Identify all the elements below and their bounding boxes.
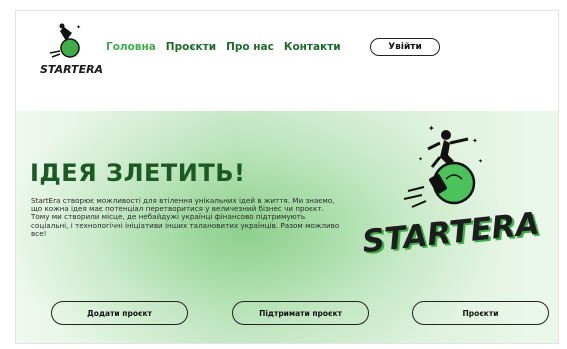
svg-text:✦: ✦ (478, 158, 483, 165)
svg-text:✦: ✦ (472, 137, 478, 145)
svg-text:✦: ✦ (76, 24, 81, 31)
projects-button[interactable]: Проєкти (412, 301, 549, 325)
nav-item-home[interactable]: Головна (106, 41, 156, 53)
rocket-man-logo-icon: ✦ ✦ ✦ ✦ (403, 124, 483, 208)
hero-description: StartEra створює можливості для втілення… (31, 196, 340, 238)
site-header: ✦ STARTERA Головна Проєкти Про нас Конта… (16, 11, 558, 111)
hero-logo: ✦ ✦ ✦ ✦ STARTERA (358, 121, 542, 271)
site-logo[interactable]: ✦ STARTERA (40, 21, 103, 83)
nav-item-projects[interactable]: Проєкти (166, 41, 216, 53)
login-button[interactable]: Увійти (370, 38, 440, 56)
hero-section: ІДЕЯ ЗЛЕТИТЬ! StartEra створює можливост… (16, 111, 558, 343)
browser-page: ✦ STARTERA Головна Проєкти Про нас Конта… (15, 10, 559, 344)
main-nav: Головна Проєкти Про нас Контакти (106, 41, 341, 53)
rocket-man-logo-icon: ✦ (49, 23, 81, 58)
svg-text:✦: ✦ (418, 156, 423, 163)
logo-wordmark: STARTERA (40, 63, 104, 76)
add-project-button[interactable]: Додати проєкт (51, 301, 188, 325)
support-project-button[interactable]: Підтримати проєкт (232, 301, 369, 325)
nav-item-about[interactable]: Про нас (226, 41, 274, 53)
hero-title: ІДЕЯ ЗЛЕТИТЬ! (30, 159, 246, 187)
star-icon: ✦ (428, 124, 435, 133)
nav-item-contacts[interactable]: Контакти (284, 41, 341, 53)
